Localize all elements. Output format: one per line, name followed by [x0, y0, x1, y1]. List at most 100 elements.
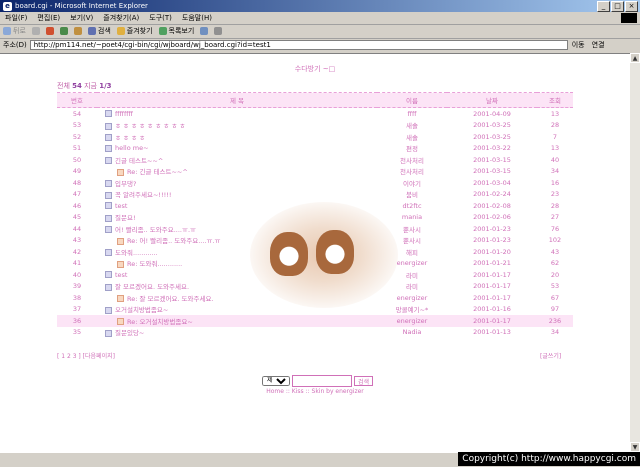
row-subject[interactable]: test — [97, 200, 377, 212]
post-title-link[interactable]: Re: 오거설치방법좀요~ — [127, 318, 193, 326]
mail-button[interactable] — [197, 27, 211, 35]
table-row[interactable]: 41 Re: 도와줘............ energizer 2001-01-21… — [57, 258, 573, 270]
history-button[interactable]: 목록보기 — [156, 26, 198, 36]
row-subject[interactable]: ㅎ ㅎ ㅎ ㅎ ㅎ ㅎ ㅎ ㅎ ㅎ — [97, 120, 377, 132]
table-row[interactable]: 43 Re: 어! 빨리좀.. 도와주요....ㅠ.ㅠ 뿐사시 2001-01-23 1… — [57, 235, 573, 247]
row-author: ffff — [407, 109, 417, 118]
close-button[interactable]: × — [625, 1, 638, 12]
footer-links[interactable]: Home :: Kiss :: Skin by energizer — [0, 388, 630, 395]
refresh-button[interactable] — [57, 27, 71, 35]
table-row[interactable]: 36 Re: 오거설치방법좀요~ energizer 2001-01-17 236 — [57, 315, 573, 327]
row-subject[interactable]: 도와줘............ — [97, 246, 377, 258]
row-subject[interactable]: 어! 빨리좀.. 도와주요....ㅠ.ㅠ — [97, 223, 377, 235]
row-subject[interactable]: ffffffff — [97, 108, 377, 120]
post-title-link[interactable]: 질문요! — [115, 214, 136, 222]
row-subject[interactable]: hello me~ — [97, 143, 377, 155]
go-button[interactable]: 이동 — [568, 40, 589, 50]
post-title-link[interactable]: 꼭 알려주세요~!!!!! — [115, 191, 171, 199]
col-num: 번호 — [57, 92, 97, 108]
favorites-button[interactable]: 즐겨찾기 — [114, 26, 156, 36]
menu-view[interactable]: 보기(V) — [65, 13, 98, 23]
row-subject[interactable]: Re: 긴글 테스트~~^ — [97, 166, 377, 178]
table-row[interactable]: 54 ffffffff ffff 2001-04-09 13 — [57, 108, 573, 120]
table-row[interactable]: 44 어! 빨리좀.. 도와주요....ㅠ.ㅠ 뿐사시 2001-01-23 76 — [57, 223, 573, 235]
row-subject[interactable]: 긴글 테스트~~^ — [97, 154, 377, 166]
scroll-up-icon[interactable]: ▲ — [630, 53, 640, 63]
row-subject[interactable]: Re: 도와줘............ — [97, 258, 377, 270]
row-subject[interactable]: 입부댕? — [97, 177, 377, 189]
row-subject[interactable]: 질문요! — [97, 212, 377, 224]
post-title-link[interactable]: 질문있당~ — [115, 329, 144, 337]
table-row[interactable]: 46 test dt2ftc 2001-02-08 28 — [57, 200, 573, 212]
search-input[interactable] — [292, 375, 352, 387]
row-subject[interactable]: Re: 오거설치방법좀요~ — [97, 315, 377, 327]
summary-prefix: 전체 — [57, 82, 70, 90]
post-title-link[interactable]: ffffffff — [115, 110, 133, 118]
row-subject[interactable]: 꼭 알려주세요~!!!!! — [97, 189, 377, 201]
post-title-link[interactable]: Re: 긴글 테스트~~^ — [127, 168, 188, 176]
minimize-button[interactable]: _ — [597, 1, 610, 12]
table-row[interactable]: 37 오거설치방법좀요~ 망콜예기~* 2001-01-16 97 — [57, 304, 573, 316]
post-title-link[interactable]: test — [115, 271, 127, 279]
row-subject[interactable]: 잘 모르겠어요. 도와주세요. — [97, 281, 377, 293]
row-subject[interactable]: 오거설치방법좀요~ — [97, 304, 377, 316]
home-button[interactable] — [71, 27, 85, 35]
table-row[interactable]: 50 긴글 테스트~~^ 천사처리 2001-03-15 40 — [57, 154, 573, 166]
table-row[interactable]: 52 ㅎ ㅎ ㅎ ㅎ 새솔 2001-03-25 7 — [57, 131, 573, 143]
address-input[interactable]: http://pm114.net/~poet4/cgi-bin/cgi/wjbo… — [29, 40, 568, 50]
table-row[interactable]: 49 Re: 긴글 테스트~~^ 천사처리 2001-03-15 34 — [57, 166, 573, 178]
row-subject[interactable]: Re: 잘 모르겠어요. 도와주세요. — [97, 292, 377, 304]
post-title-link[interactable]: 잘 모르겠어요. 도와주세요. — [115, 283, 189, 291]
post-title-link[interactable]: ㅎ ㅎ ㅎ ㅎ ㅎ ㅎ ㅎ ㅎ ㅎ — [115, 122, 185, 130]
row-subject[interactable]: ㅎ ㅎ ㅎ ㅎ — [97, 131, 377, 143]
links-button[interactable]: 연결 — [589, 40, 608, 50]
post-title-link[interactable]: 오거설치방법좀요~ — [115, 306, 168, 314]
table-row[interactable]: 38 Re: 잘 모르겠어요. 도와주세요. energizer 2001-01-17… — [57, 292, 573, 304]
post-title-link[interactable]: hello me~ — [115, 144, 149, 152]
row-subject[interactable]: Re: 어! 빨리좀.. 도와주요....ㅠ.ㅠ — [97, 235, 377, 247]
print-button[interactable] — [211, 27, 225, 35]
table-row[interactable]: 51 hello me~ 편정 2001-03-22 13 — [57, 143, 573, 155]
post-title-link[interactable]: test — [115, 202, 127, 210]
post-title-link[interactable]: 어! 빨리좀.. 도와주요....ㅠ.ㅠ — [115, 226, 196, 234]
post-title-link[interactable]: 도와줘............ — [115, 249, 158, 257]
row-date: 2001-01-17 — [473, 270, 511, 279]
pagination[interactable]: [ 1 2 3 ] [다음페이지] — [57, 351, 115, 360]
table-row[interactable]: 42 도와줘............ 해피 2001-01-20 43 — [57, 246, 573, 258]
search-field-select[interactable]: 제목 — [262, 376, 290, 386]
table-row[interactable]: 39 잘 모르겠어요. 도와주세요. 라미 2001-01-17 53 — [57, 281, 573, 293]
menu-file[interactable]: 파일(F) — [0, 13, 32, 23]
post-title-link[interactable]: 긴글 테스트~~^ — [115, 157, 163, 165]
menu-help[interactable]: 도움말(H) — [177, 13, 217, 23]
table-row[interactable]: 45 질문요! mania 2001-02-06 27 — [57, 212, 573, 224]
menu-favorites[interactable]: 즐겨찾기(A) — [98, 13, 144, 23]
favorites-icon — [116, 27, 125, 35]
forward-button[interactable] — [29, 27, 43, 35]
post-title-link[interactable]: Re: 어! 빨리좀.. 도와주요....ㅠ.ㅠ — [127, 237, 220, 245]
scroll-down-icon[interactable]: ▼ — [630, 442, 640, 452]
post-title-link[interactable]: ㅎ ㅎ ㅎ ㅎ — [115, 134, 145, 142]
write-link[interactable]: [글쓰기] — [540, 351, 561, 360]
search-submit-button[interactable]: 검색 — [354, 376, 374, 386]
vertical-scrollbar[interactable]: ▲ ▼ — [630, 53, 640, 452]
table-row[interactable]: 53 ㅎ ㅎ ㅎ ㅎ ㅎ ㅎ ㅎ ㅎ ㅎ 새솔 2001-03-25 28 — [57, 120, 573, 132]
maximize-button[interactable]: □ — [611, 1, 624, 12]
post-title-link[interactable]: Re: 도와줘............ — [127, 260, 182, 268]
reply-post-icon — [117, 318, 124, 326]
forward-arrow-icon — [31, 27, 40, 35]
back-button[interactable]: 뒤로 — [0, 26, 29, 36]
table-row[interactable]: 35 질문있당~ Nadia 2001-01-13 34 — [57, 327, 573, 339]
row-subject[interactable]: 질문있당~ — [97, 327, 377, 339]
row-subject[interactable]: test — [97, 269, 377, 281]
table-row[interactable]: 40 test 라미 2001-01-17 20 — [57, 269, 573, 281]
table-row[interactable]: 47 꼭 알려주세요~!!!!! 붐비 2001-02-24 23 — [57, 189, 573, 201]
table-row[interactable]: 48 입부댕? 이야기 2001-03-04 16 — [57, 177, 573, 189]
stop-button[interactable] — [43, 27, 57, 35]
search-button[interactable]: 검색 — [85, 26, 114, 36]
row-hits: 13 — [550, 144, 560, 153]
menu-tools[interactable]: 도구(T) — [144, 13, 177, 23]
menu-edit[interactable]: 편집(E) — [32, 13, 65, 23]
row-num: 53 — [72, 121, 82, 130]
post-title-link[interactable]: 입부댕? — [115, 180, 136, 188]
post-title-link[interactable]: Re: 잘 모르겠어요. 도와주세요. — [127, 295, 214, 303]
